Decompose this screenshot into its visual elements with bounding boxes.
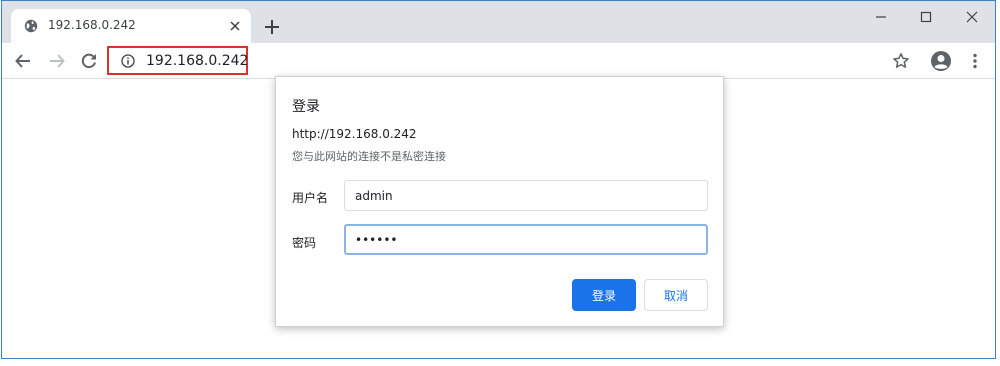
close-window-icon[interactable]	[962, 8, 982, 26]
dialog-url: http://192.168.0.242	[292, 127, 417, 141]
new-tab-icon[interactable]	[263, 18, 281, 36]
profile-avatar-icon[interactable]	[930, 50, 952, 72]
info-icon[interactable]	[121, 54, 135, 68]
username-label: 用户名	[292, 191, 329, 205]
username-input[interactable]	[344, 180, 708, 211]
back-arrow-icon[interactable]	[14, 52, 32, 70]
login-dialog: 登录 http://192.168.0.242 您与此网站的连接不是私密连接 用…	[275, 76, 724, 327]
close-tab-icon[interactable]	[227, 18, 243, 34]
address-bar[interactable]: 192.168.0.242	[107, 46, 248, 75]
cancel-button[interactable]: 取消	[644, 279, 708, 311]
tab-title: 192.168.0.242	[48, 18, 136, 32]
browser-tab[interactable]: 192.168.0.242	[11, 9, 251, 43]
more-menu-icon[interactable]	[966, 52, 984, 70]
password-label: 密码	[292, 236, 317, 250]
minimize-icon[interactable]	[871, 8, 891, 26]
connection-warning: 您与此网站的连接不是私密连接	[292, 150, 446, 163]
password-input[interactable]	[344, 224, 708, 255]
address-text: 192.168.0.242	[146, 53, 249, 69]
globe-icon	[24, 19, 38, 33]
star-icon[interactable]	[892, 52, 910, 70]
browser-window: 192.168.0.242 192.168.0.242 登录 http://19…	[1, 0, 996, 359]
login-button[interactable]: 登录	[572, 279, 636, 311]
browser-toolbar: 192.168.0.242	[2, 43, 995, 79]
forward-arrow-icon[interactable]	[48, 52, 66, 70]
reload-icon[interactable]	[80, 52, 98, 70]
maximize-icon[interactable]	[916, 8, 936, 26]
dialog-title: 登录	[292, 99, 320, 115]
tab-strip: 192.168.0.242	[2, 1, 995, 43]
